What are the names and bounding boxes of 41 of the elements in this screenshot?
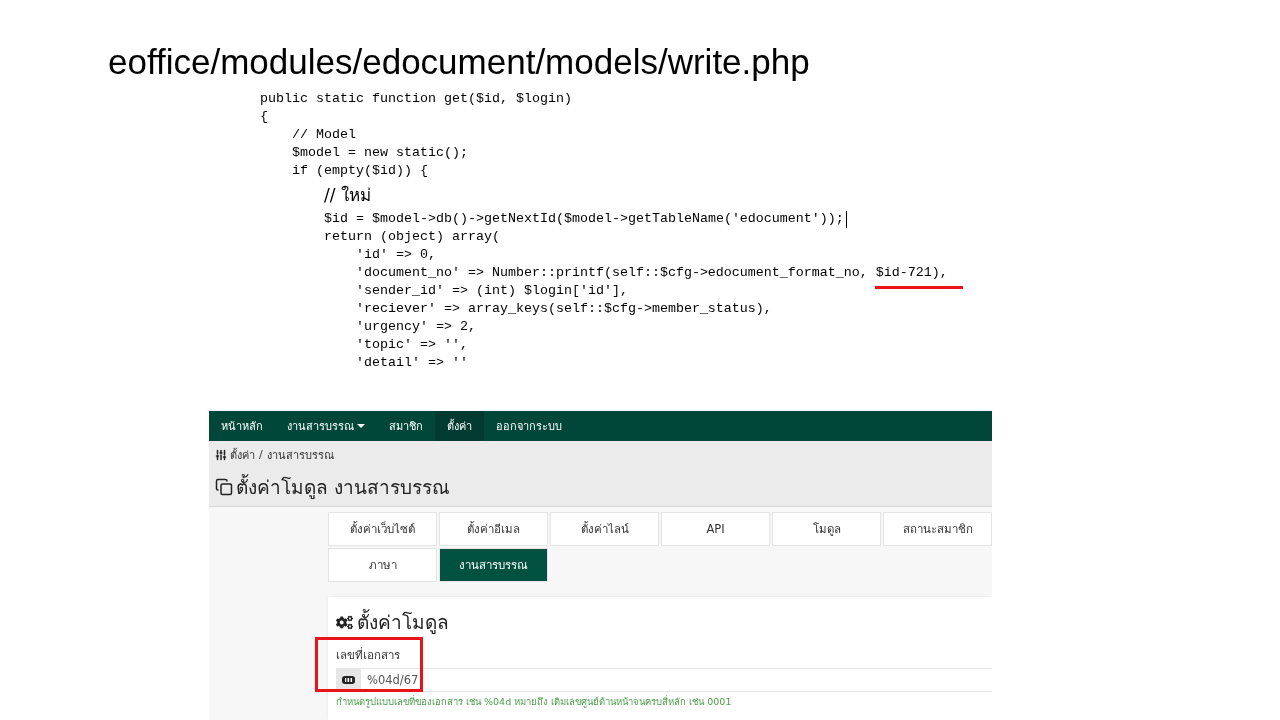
code-line: 'topic' => '', <box>355 336 468 354</box>
field-hint: กำหนดรูปแบบเลขที่ของเอกสาร เช่น %04d หมายถึง เติมเลขศูนย์ด้านหน้าจนครบสี่หลัก เช่น 0001 <box>336 695 732 709</box>
card-title: ตั้งค่าโมดูล <box>357 609 449 635</box>
breadcrumb-separator: / <box>258 448 264 462</box>
settings-tab[interactable]: API <box>661 512 770 546</box>
code-line: 'urgency' => 2, <box>355 318 476 336</box>
code-line: 'detail' => '' <box>355 354 468 372</box>
copy-icon <box>215 478 233 497</box>
breadcrumb-link[interactable]: งานสารบรรณ <box>266 445 334 464</box>
code-line: return (object) array( <box>323 228 500 246</box>
slide-title: eoffice/modules/edocument/models/write.php <box>108 42 810 82</box>
code-line: 'reciever' => array_keys(self::$cfg->member_status), <box>355 300 772 318</box>
settings-tab[interactable]: ภาษา <box>328 548 437 582</box>
settings-tab[interactable]: สถานะสมาชิก <box>883 512 992 546</box>
code-line: // Model <box>292 126 356 144</box>
settings-tab[interactable]: ตั้งค่าไลน์ <box>550 512 659 546</box>
code-line: if (empty($id)) { <box>292 162 428 180</box>
nav-item[interactable]: ออกจากระบบ <box>484 411 574 441</box>
code-line: $id = $model->db()->getNextId($model->getTableName('edocument')); <box>323 210 844 228</box>
settings-tab[interactable]: งานสารบรรณ <box>439 548 548 582</box>
settings-tab[interactable]: โมดูล <box>772 512 881 546</box>
number-icon <box>342 676 355 684</box>
code-comment: // ใหม่ <box>323 184 371 207</box>
breadcrumb-link[interactable]: ตั้งค่า <box>230 445 255 464</box>
code-line: $model = new static(); <box>292 144 468 162</box>
code-line: 'sender_id' => (int) $login['id'], <box>355 282 628 300</box>
nav-item[interactable]: งานสารบรรณ <box>275 411 377 441</box>
field-label: เลขที่เอกสาร <box>336 646 400 664</box>
nav-item[interactable]: สมาชิก <box>377 411 435 441</box>
code-line: public static function get($id, $login) <box>260 90 572 108</box>
code-line: 'document_no' => Number::printf(self::$cfg->edocument_format_no, $id-721), <box>355 264 948 282</box>
settings-tab[interactable]: ตั้งค่าเว็บไซต์ <box>328 512 437 546</box>
input-field[interactable]: %04d/67 <box>361 668 992 692</box>
sliders-icon <box>215 448 227 461</box>
gears-icon <box>336 613 353 631</box>
code-line: { <box>260 108 268 126</box>
page-title: ตั้งค่าโมดูล งานสารบรรณ <box>236 474 451 501</box>
nav-item[interactable]: ตั้งค่า <box>435 411 484 441</box>
nav-item[interactable]: หน้าหลัก <box>209 411 275 441</box>
settings-tab[interactable]: ตั้งค่าอีเมล <box>439 512 548 546</box>
code-line: 'id' => 0, <box>355 246 436 264</box>
